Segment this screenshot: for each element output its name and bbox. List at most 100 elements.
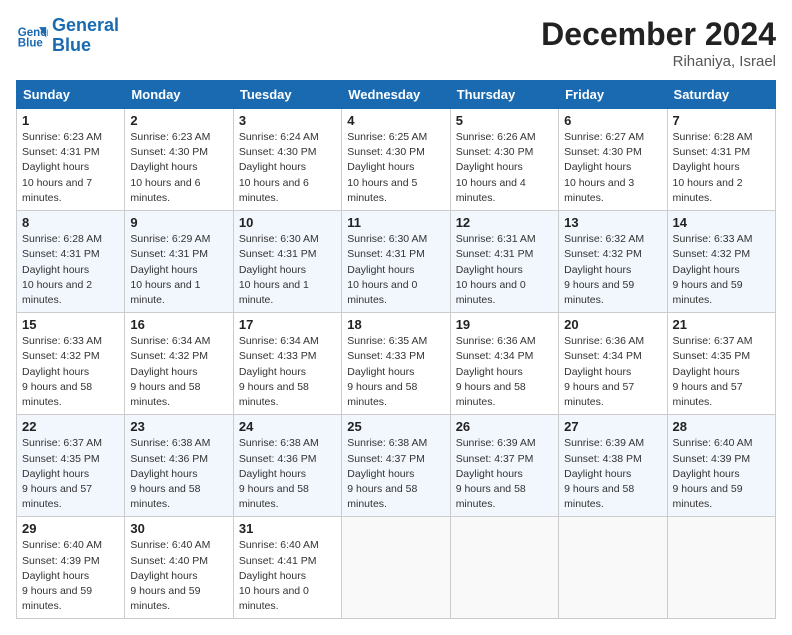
day-info: Sunrise: 6:23 AMSunset: 4:30 PMDaylight … (130, 130, 227, 206)
calendar-body: 1 Sunrise: 6:23 AMSunset: 4:31 PMDaylight… (17, 109, 776, 619)
logo-icon: General Blue (16, 20, 48, 52)
calendar-cell: 25 Sunrise: 6:38 AMSunset: 4:37 PMDayligh… (342, 415, 450, 517)
weekday-saturday: Saturday (667, 81, 775, 109)
day-number: 12 (456, 215, 553, 230)
calendar-cell: 16 Sunrise: 6:34 AMSunset: 4:32 PMDayligh… (125, 313, 233, 415)
calendar-cell: 2Sunrise: 6:23 AMSunset: 4:30 PMDaylight… (125, 109, 233, 211)
weekday-thursday: Thursday (450, 81, 558, 109)
day-info: Sunrise: 6:37 AMSunset: 4:35 PMDaylight … (22, 436, 119, 512)
calendar-cell: 13 Sunrise: 6:32 AMSunset: 4:32 PMDayligh… (559, 211, 667, 313)
day-number: 8 (22, 215, 119, 230)
day-info: Sunrise: 6:30 AMSunset: 4:31 PMDaylight … (239, 232, 336, 308)
day-info: Sunrise: 6:33 AMSunset: 4:32 PMDaylight … (673, 232, 770, 308)
day-number: 27 (564, 419, 661, 434)
weekday-monday: Monday (125, 81, 233, 109)
calendar-cell: 24 Sunrise: 6:38 AMSunset: 4:36 PMDayligh… (233, 415, 341, 517)
location: Rihaniya, Israel (541, 53, 776, 70)
day-info: Sunrise: 6:23 AMSunset: 4:31 PMDaylight … (22, 130, 119, 206)
day-number: 11 (347, 215, 444, 230)
calendar-cell: 23 Sunrise: 6:38 AMSunset: 4:36 PMDayligh… (125, 415, 233, 517)
calendar-cell: 4Sunrise: 6:25 AMSunset: 4:30 PMDaylight… (342, 109, 450, 211)
svg-text:Blue: Blue (18, 37, 44, 49)
calendar-cell: 14 Sunrise: 6:33 AMSunset: 4:32 PMDayligh… (667, 211, 775, 313)
calendar-cell: 8 Sunrise: 6:28 AMSunset: 4:31 PMDaylight… (17, 211, 125, 313)
day-info: Sunrise: 6:28 AMSunset: 4:31 PMDaylight … (673, 130, 770, 206)
weekday-wednesday: Wednesday (342, 81, 450, 109)
calendar-cell: 18Sunrise: 6:35 AMSunset: 4:33 PMDayligh… (342, 313, 450, 415)
calendar-cell: 10 Sunrise: 6:30 AMSunset: 4:31 PMDayligh… (233, 211, 341, 313)
day-number: 24 (239, 419, 336, 434)
calendar-week-3: 15 Sunrise: 6:33 AMSunset: 4:32 PMDayligh… (17, 313, 776, 415)
calendar-cell (559, 517, 667, 619)
calendar-cell: 29 Sunrise: 6:40 AMSunset: 4:39 PMDayligh… (17, 517, 125, 619)
day-info: Sunrise: 6:40 AMSunset: 4:39 PMDaylight … (673, 436, 770, 512)
calendar-cell: 20 Sunrise: 6:36 AMSunset: 4:34 PMDayligh… (559, 313, 667, 415)
day-info: Sunrise: 6:34 AMSunset: 4:33 PMDaylight … (239, 334, 336, 410)
day-number: 20 (564, 317, 661, 332)
day-number: 30 (130, 521, 227, 536)
day-number: 25 (347, 419, 444, 434)
day-info: Sunrise: 6:25 AMSunset: 4:30 PMDaylight … (347, 130, 444, 206)
day-number: 28 (673, 419, 770, 434)
calendar-cell: 19 Sunrise: 6:36 AMSunset: 4:34 PMDayligh… (450, 313, 558, 415)
weekday-tuesday: Tuesday (233, 81, 341, 109)
calendar-cell: 31Sunrise: 6:40 AMSunset: 4:41 PMDayligh… (233, 517, 341, 619)
calendar-cell: 6 Sunrise: 6:27 AMSunset: 4:30 PMDaylight… (559, 109, 667, 211)
calendar-cell: 7 Sunrise: 6:28 AMSunset: 4:31 PMDaylight… (667, 109, 775, 211)
day-info: Sunrise: 6:34 AMSunset: 4:32 PMDaylight … (130, 334, 227, 410)
calendar-cell: 17 Sunrise: 6:34 AMSunset: 4:33 PMDayligh… (233, 313, 341, 415)
day-info: Sunrise: 6:36 AMSunset: 4:34 PMDaylight … (456, 334, 553, 410)
day-number: 31 (239, 521, 336, 536)
calendar-cell: 21Sunrise: 6:37 AMSunset: 4:35 PMDayligh… (667, 313, 775, 415)
day-info: Sunrise: 6:32 AMSunset: 4:32 PMDaylight … (564, 232, 661, 308)
day-number: 10 (239, 215, 336, 230)
calendar-cell: 11 Sunrise: 6:30 AMSunset: 4:31 PMDayligh… (342, 211, 450, 313)
day-info: Sunrise: 6:40 AMSunset: 4:40 PMDaylight … (130, 538, 227, 614)
calendar-cell: 26Sunrise: 6:39 AMSunset: 4:37 PMDayligh… (450, 415, 558, 517)
day-info: Sunrise: 6:38 AMSunset: 4:37 PMDaylight … (347, 436, 444, 512)
day-number: 18 (347, 317, 444, 332)
day-info: Sunrise: 6:39 AMSunset: 4:37 PMDaylight … (456, 436, 553, 512)
month-title: December 2024 (541, 16, 776, 53)
day-number: 7 (673, 113, 770, 128)
day-number: 14 (673, 215, 770, 230)
calendar-cell: 15 Sunrise: 6:33 AMSunset: 4:32 PMDayligh… (17, 313, 125, 415)
calendar-week-4: 22Sunrise: 6:37 AMSunset: 4:35 PMDayligh… (17, 415, 776, 517)
calendar-cell (342, 517, 450, 619)
day-info: Sunrise: 6:28 AMSunset: 4:31 PMDaylight … (22, 232, 119, 308)
day-info: Sunrise: 6:38 AMSunset: 4:36 PMDaylight … (239, 436, 336, 512)
day-number: 1 (22, 113, 119, 128)
weekday-header-row: SundayMondayTuesdayWednesdayThursdayFrid… (17, 81, 776, 109)
day-info: Sunrise: 6:33 AMSunset: 4:32 PMDaylight … (22, 334, 119, 410)
calendar-cell: 9Sunrise: 6:29 AMSunset: 4:31 PMDaylight… (125, 211, 233, 313)
day-number: 16 (130, 317, 227, 332)
day-info: Sunrise: 6:40 AMSunset: 4:39 PMDaylight … (22, 538, 119, 614)
day-info: Sunrise: 6:36 AMSunset: 4:34 PMDaylight … (564, 334, 661, 410)
calendar-cell: 5Sunrise: 6:26 AMSunset: 4:30 PMDaylight… (450, 109, 558, 211)
day-number: 3 (239, 113, 336, 128)
page-header: General Blue General Blue December 2024 … (16, 16, 776, 70)
calendar-cell: 27Sunrise: 6:39 AMSunset: 4:38 PMDayligh… (559, 415, 667, 517)
logo-line1: General (52, 15, 119, 35)
day-number: 19 (456, 317, 553, 332)
day-info: Sunrise: 6:26 AMSunset: 4:30 PMDaylight … (456, 130, 553, 206)
calendar-cell: 12 Sunrise: 6:31 AMSunset: 4:31 PMDayligh… (450, 211, 558, 313)
day-number: 17 (239, 317, 336, 332)
day-number: 29 (22, 521, 119, 536)
calendar-cell: 22Sunrise: 6:37 AMSunset: 4:35 PMDayligh… (17, 415, 125, 517)
day-number: 13 (564, 215, 661, 230)
day-number: 23 (130, 419, 227, 434)
calendar-cell: 30 Sunrise: 6:40 AMSunset: 4:40 PMDayligh… (125, 517, 233, 619)
day-info: Sunrise: 6:27 AMSunset: 4:30 PMDaylight … (564, 130, 661, 206)
calendar-cell: 28 Sunrise: 6:40 AMSunset: 4:39 PMDayligh… (667, 415, 775, 517)
day-info: Sunrise: 6:38 AMSunset: 4:36 PMDaylight … (130, 436, 227, 512)
day-number: 15 (22, 317, 119, 332)
calendar-week-1: 1 Sunrise: 6:23 AMSunset: 4:31 PMDaylight… (17, 109, 776, 211)
calendar-week-5: 29 Sunrise: 6:40 AMSunset: 4:39 PMDayligh… (17, 517, 776, 619)
day-info: Sunrise: 6:30 AMSunset: 4:31 PMDaylight … (347, 232, 444, 308)
title-section: December 2024 Rihaniya, Israel (541, 16, 776, 70)
day-number: 6 (564, 113, 661, 128)
day-info: Sunrise: 6:31 AMSunset: 4:31 PMDaylight … (456, 232, 553, 308)
logo: General Blue General Blue (16, 16, 119, 56)
calendar-cell: 1 Sunrise: 6:23 AMSunset: 4:31 PMDaylight… (17, 109, 125, 211)
